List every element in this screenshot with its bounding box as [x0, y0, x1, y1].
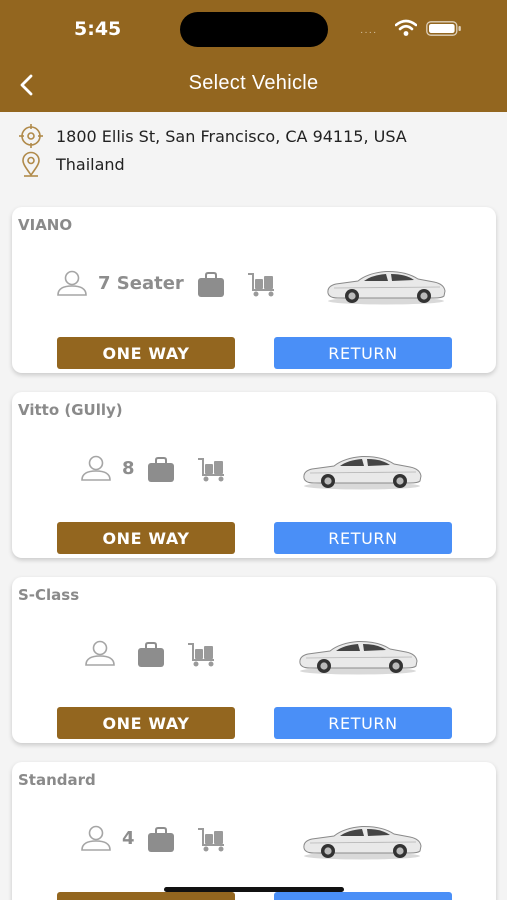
car-image — [300, 822, 424, 860]
status-time: 5:45 — [74, 18, 122, 40]
person-icon — [80, 824, 112, 852]
app-header: 5:45 ···· Select Vehicle — [0, 0, 507, 112]
crosshair-icon — [18, 123, 44, 149]
return-button[interactable]: RETURN — [274, 707, 452, 739]
pickup-location-row[interactable]: 1800 Ellis St, San Francisco, CA 94115, … — [18, 123, 407, 149]
vehicle-name: VIANO — [18, 216, 73, 234]
battery-icon — [426, 21, 461, 36]
vehicle-card[interactable]: VIANO 7 Seater ONE WAY RETURN — [12, 207, 496, 373]
car-image — [296, 637, 420, 675]
person-icon — [84, 639, 116, 667]
luggage-cart-icon — [196, 826, 228, 854]
seat-count: 8 — [122, 457, 135, 479]
dropoff-location-row[interactable]: Thailand — [18, 151, 125, 177]
seat-count: 7 Seater — [98, 272, 184, 294]
luggage-cart-icon — [246, 271, 278, 299]
one-way-button[interactable]: ONE WAY — [57, 892, 235, 900]
vehicle-name: Standard — [18, 771, 96, 789]
car-image — [300, 452, 424, 490]
page-title: Select Vehicle — [188, 72, 319, 94]
car-image — [324, 267, 448, 305]
return-button[interactable]: RETURN — [274, 892, 452, 900]
person-icon — [80, 454, 112, 482]
return-button[interactable]: RETURN — [274, 522, 452, 554]
luggage-bag-icon — [146, 456, 176, 484]
seats-info: 8 — [80, 454, 135, 482]
one-way-button[interactable]: ONE WAY — [57, 522, 235, 554]
luggage-cart-icon — [186, 641, 218, 669]
luggage-cart-icon — [196, 456, 228, 484]
luggage-bag-icon — [136, 641, 166, 669]
seats-info: 4 — [80, 824, 135, 852]
return-button[interactable]: RETURN — [274, 337, 452, 369]
dynamic-island — [180, 12, 328, 47]
one-way-button[interactable]: ONE WAY — [57, 337, 235, 369]
one-way-button[interactable]: ONE WAY — [57, 707, 235, 739]
luggage-bag-icon — [196, 271, 226, 299]
signal-dots: ···· — [360, 27, 378, 38]
seats-info: 7 Seater — [56, 269, 184, 297]
seat-count: 4 — [122, 827, 135, 849]
home-indicator[interactable] — [164, 887, 344, 892]
vehicle-name: Vitto (GUlly) — [18, 401, 123, 419]
pickup-address: 1800 Ellis St, San Francisco, CA 94115, … — [56, 126, 407, 146]
seats-info — [84, 639, 116, 667]
dropoff-address: Thailand — [56, 154, 125, 174]
vehicle-name: S-Class — [18, 586, 80, 604]
luggage-bag-icon — [146, 826, 176, 854]
vehicle-card[interactable]: S-Class ONE WAY RETURN — [12, 577, 496, 743]
vehicle-card[interactable]: Vitto (GUlly) 8 ONE WAY RETURN — [12, 392, 496, 558]
person-icon — [56, 269, 88, 297]
wifi-icon — [395, 19, 417, 36]
vehicle-card[interactable]: Standard 4 ONE WAY RETURN — [12, 762, 496, 900]
map-pin-icon — [18, 151, 44, 177]
